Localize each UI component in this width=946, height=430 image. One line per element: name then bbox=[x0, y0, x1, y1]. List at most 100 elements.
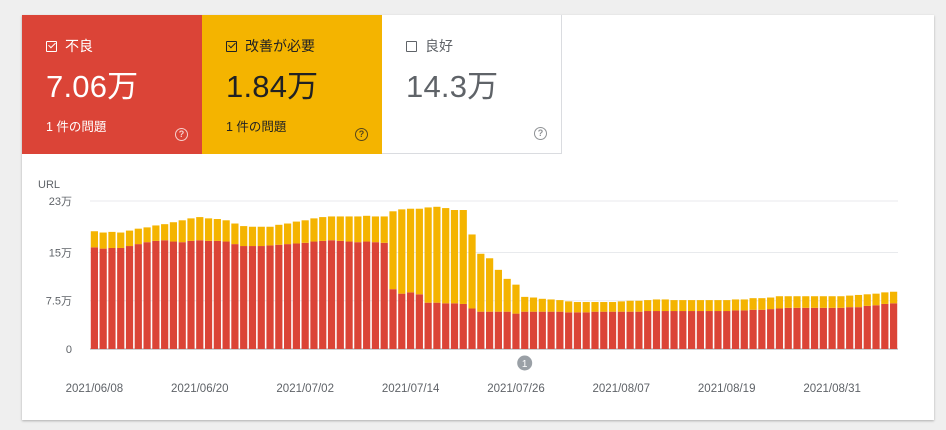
bar-needs-improvement[interactable] bbox=[582, 302, 590, 313]
bar-needs-improvement[interactable] bbox=[398, 209, 406, 294]
tile-needs-improvement[interactable]: 改善が必要 1.84万 1 件の問題 ? bbox=[202, 15, 382, 154]
bar-poor[interactable] bbox=[231, 244, 239, 349]
bar-needs-improvement[interactable] bbox=[327, 216, 336, 241]
bar-needs-improvement[interactable] bbox=[617, 301, 625, 312]
bar-poor[interactable] bbox=[705, 311, 713, 349]
bar-poor[interactable] bbox=[178, 242, 186, 349]
bar-needs-improvement[interactable] bbox=[538, 298, 546, 312]
bar-needs-improvement[interactable] bbox=[275, 224, 283, 245]
bar-poor[interactable] bbox=[486, 311, 494, 349]
bar-needs-improvement[interactable] bbox=[837, 296, 845, 308]
bar-needs-improvement[interactable] bbox=[705, 300, 713, 312]
bar-poor[interactable] bbox=[503, 311, 511, 349]
bar-poor[interactable] bbox=[608, 311, 617, 349]
bar-poor[interactable] bbox=[512, 313, 520, 349]
bar-needs-improvement[interactable] bbox=[266, 226, 274, 246]
bar-poor[interactable] bbox=[890, 303, 898, 349]
bar-needs-improvement[interactable] bbox=[494, 269, 502, 312]
bar-needs-improvement[interactable] bbox=[679, 300, 687, 312]
bar-poor[interactable] bbox=[398, 293, 406, 349]
bar-poor[interactable] bbox=[442, 303, 450, 349]
bar-poor[interactable] bbox=[125, 246, 134, 349]
bar-needs-improvement[interactable] bbox=[573, 302, 582, 313]
poor-checkbox-icon[interactable] bbox=[46, 40, 57, 52]
bar-poor[interactable] bbox=[846, 307, 854, 349]
bar-poor[interactable] bbox=[635, 311, 643, 349]
bar-needs-improvement[interactable] bbox=[161, 224, 169, 241]
bar-poor[interactable] bbox=[723, 311, 731, 349]
bar-poor[interactable] bbox=[688, 311, 696, 349]
bar-poor[interactable] bbox=[582, 312, 590, 349]
bar-poor[interactable] bbox=[740, 310, 748, 349]
bar-needs-improvement[interactable] bbox=[310, 218, 318, 242]
bar-needs-improvement[interactable] bbox=[854, 294, 863, 308]
bar-poor[interactable] bbox=[424, 302, 432, 349]
bar-poor[interactable] bbox=[450, 303, 459, 349]
bar-poor[interactable] bbox=[371, 242, 380, 349]
bar-poor[interactable] bbox=[257, 246, 265, 349]
bar-needs-improvement[interactable] bbox=[486, 258, 494, 312]
bar-needs-improvement[interactable] bbox=[863, 294, 871, 306]
bar-needs-improvement[interactable] bbox=[749, 298, 757, 310]
bar-needs-improvement[interactable] bbox=[134, 228, 142, 245]
bar-needs-improvement[interactable] bbox=[213, 219, 221, 241]
bar-needs-improvement[interactable] bbox=[890, 291, 898, 304]
bar-poor[interactable] bbox=[327, 240, 336, 349]
tile-good[interactable]: 良好 14.3万 ? bbox=[382, 15, 562, 154]
bar-poor[interactable] bbox=[828, 307, 836, 349]
bar-needs-improvement[interactable] bbox=[222, 220, 230, 242]
bar-needs-improvement[interactable] bbox=[784, 296, 792, 308]
bar-needs-improvement[interactable] bbox=[257, 226, 265, 247]
bar-poor[interactable] bbox=[793, 307, 801, 349]
bar-poor[interactable] bbox=[468, 308, 476, 349]
bar-needs-improvement[interactable] bbox=[336, 216, 344, 241]
bar-poor[interactable] bbox=[406, 292, 415, 349]
bar-needs-improvement[interactable] bbox=[468, 234, 476, 309]
bar-needs-improvement[interactable] bbox=[723, 300, 731, 312]
bar-needs-improvement[interactable] bbox=[240, 226, 248, 247]
bar-poor[interactable] bbox=[363, 241, 371, 349]
bar-poor[interactable] bbox=[169, 241, 178, 349]
bar-poor[interactable] bbox=[266, 245, 274, 349]
bar-poor[interactable] bbox=[714, 311, 722, 349]
bar-needs-improvement[interactable] bbox=[846, 295, 854, 308]
bar-poor[interactable] bbox=[810, 307, 819, 349]
bar-needs-improvement[interactable] bbox=[345, 216, 353, 242]
good-checkbox-icon[interactable] bbox=[406, 40, 417, 52]
bar-needs-improvement[interactable] bbox=[652, 299, 661, 312]
bar-needs-improvement[interactable] bbox=[231, 223, 239, 245]
bar-poor[interactable] bbox=[670, 311, 678, 349]
bar-poor[interactable] bbox=[90, 247, 98, 349]
bar-needs-improvement[interactable] bbox=[591, 302, 599, 312]
bar-needs-improvement[interactable] bbox=[547, 299, 555, 312]
bar-needs-improvement[interactable] bbox=[793, 296, 801, 308]
bar-needs-improvement[interactable] bbox=[406, 208, 415, 293]
bar-needs-improvement[interactable] bbox=[881, 292, 889, 304]
bar-needs-improvement[interactable] bbox=[767, 297, 775, 310]
bar-needs-improvement[interactable] bbox=[600, 302, 608, 312]
bar-poor[interactable] bbox=[134, 244, 142, 349]
bar-needs-improvement[interactable] bbox=[644, 300, 652, 312]
bar-needs-improvement[interactable] bbox=[187, 218, 195, 241]
bar-needs-improvement[interactable] bbox=[450, 210, 459, 304]
bar-needs-improvement[interactable] bbox=[292, 221, 300, 244]
bar-needs-improvement[interactable] bbox=[178, 220, 186, 243]
bar-poor[interactable] bbox=[284, 244, 292, 349]
help-icon[interactable]: ? bbox=[175, 128, 188, 141]
bar-poor[interactable] bbox=[626, 311, 634, 349]
bar-poor[interactable] bbox=[591, 311, 599, 349]
bar-needs-improvement[interactable] bbox=[442, 208, 450, 304]
bar-poor[interactable] bbox=[696, 311, 704, 349]
bar-poor[interactable] bbox=[661, 311, 669, 349]
bar-poor[interactable] bbox=[565, 312, 573, 349]
bar-poor[interactable] bbox=[459, 303, 467, 349]
bar-poor[interactable] bbox=[240, 246, 248, 349]
bar-poor[interactable] bbox=[819, 307, 827, 349]
bar-needs-improvement[interactable] bbox=[802, 296, 810, 308]
bar-needs-improvement[interactable] bbox=[169, 222, 178, 242]
bar-poor[interactable] bbox=[319, 240, 327, 349]
bar-poor[interactable] bbox=[380, 242, 388, 349]
bar-poor[interactable] bbox=[143, 242, 151, 349]
bar-poor[interactable] bbox=[802, 307, 810, 349]
bar-needs-improvement[interactable] bbox=[696, 300, 704, 312]
